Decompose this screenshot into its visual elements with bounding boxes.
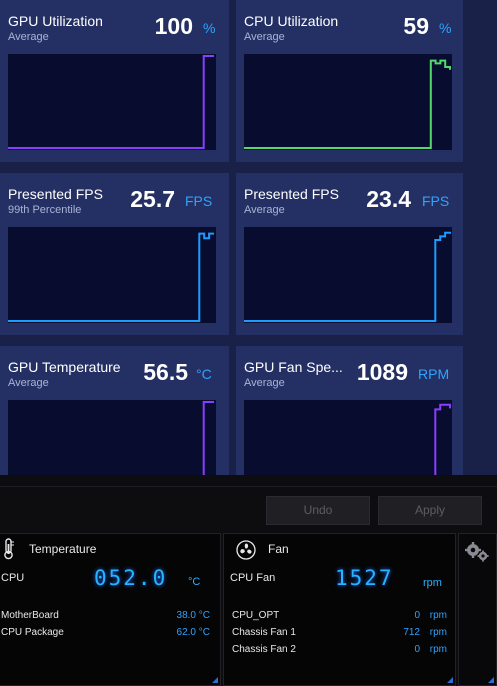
metric-unit: FPS bbox=[422, 193, 450, 209]
metric-subtitle: Average bbox=[244, 377, 285, 389]
resize-corner bbox=[212, 677, 218, 683]
metric-card-presented-fps-99th[interactable]: Presented FPS 99th Percentile 25.7 FPS bbox=[0, 173, 229, 335]
metric-subtitle: Average bbox=[8, 31, 49, 43]
cpu-package-temp-value: 62.0 °C bbox=[176, 627, 210, 638]
metric-graph bbox=[8, 227, 216, 323]
metric-value: 100 bbox=[154, 13, 193, 39]
cpu-opt-fan-label: CPU_OPT bbox=[232, 610, 280, 621]
graph-series-line bbox=[244, 59, 451, 149]
metric-card-gpu-utilization[interactable]: GPU Utilization Average 100 % bbox=[0, 0, 229, 162]
fan-title: Fan bbox=[268, 542, 289, 556]
graph-line bbox=[202, 401, 214, 475]
graph-line bbox=[244, 59, 451, 149]
fan-panel: Fan CPU Fan 1527 rpm CPU_OPT 0 rpm Chass… bbox=[223, 533, 456, 686]
cpu-fan-label: CPU Fan bbox=[230, 572, 276, 584]
cpu-package-temp-label: CPU Package bbox=[1, 627, 64, 638]
metric-title: GPU Fan Spe... bbox=[244, 359, 343, 375]
metric-value: 23.4 bbox=[366, 186, 411, 212]
metric-unit: RPM bbox=[418, 366, 450, 382]
metric-subtitle: Average bbox=[244, 31, 285, 43]
temperature-panel: Temperature CPU 052.0 °C MotherBoard 38.… bbox=[0, 533, 221, 686]
chassis-fan-2-label: Chassis Fan 2 bbox=[232, 644, 296, 655]
metric-graph bbox=[244, 227, 452, 323]
metric-subtitle: Average bbox=[244, 204, 285, 216]
chassis-fan-2-unit: rpm bbox=[429, 644, 447, 655]
chassis-fan-2-value: 0 bbox=[414, 644, 420, 655]
cpu-opt-fan-value: 0 bbox=[414, 610, 420, 621]
cpu-fan-value: 1527 bbox=[335, 566, 394, 590]
resize-corner bbox=[488, 677, 494, 683]
settings-gear-icon[interactable] bbox=[464, 541, 490, 568]
metric-unit: % bbox=[203, 20, 216, 36]
metric-graph bbox=[244, 400, 452, 475]
metric-graph bbox=[244, 54, 452, 150]
metric-card-gpu-temperature[interactable]: GPU Temperature Average 56.5 °C bbox=[0, 346, 229, 475]
apply-button[interactable]: Apply bbox=[378, 496, 482, 525]
metric-subtitle: Average bbox=[8, 377, 49, 389]
graph-line bbox=[244, 231, 451, 322]
system-monitor-panel: Undo Apply Temperature CPU 052.0 °C Moth… bbox=[0, 475, 497, 686]
metric-card-gpu-fan-speed[interactable]: GPU Fan Spe... Average 1089 RPM bbox=[236, 346, 463, 475]
resize-corner bbox=[447, 677, 453, 683]
metric-graph bbox=[8, 54, 216, 150]
metric-value: 25.7 bbox=[130, 186, 175, 212]
metric-unit: °C bbox=[196, 366, 212, 382]
metric-card-cpu-utilization[interactable]: CPU Utilization Average 59 % bbox=[236, 0, 463, 162]
graph-line bbox=[434, 403, 451, 475]
metric-subtitle: 99th Percentile bbox=[8, 204, 82, 216]
metric-value: 56.5 bbox=[143, 359, 188, 385]
graph-series-line bbox=[202, 401, 214, 475]
cpu-fan-unit: rpm bbox=[423, 577, 442, 589]
graph-series-line bbox=[434, 403, 451, 475]
graph-series-line bbox=[8, 232, 214, 322]
motherboard-temp-value: 38.0 °C bbox=[176, 610, 210, 621]
temperature-title: Temperature bbox=[29, 542, 97, 556]
metrics-overlay: GPU Utilization Average 100 % CPU Utiliz… bbox=[0, 0, 497, 475]
graph-line bbox=[8, 232, 214, 322]
metric-title: CPU Utilization bbox=[244, 13, 339, 29]
motherboard-temp-label: MotherBoard bbox=[1, 610, 59, 621]
graph-series-line bbox=[8, 55, 214, 149]
settings-strip bbox=[458, 533, 497, 686]
metric-graph bbox=[8, 400, 216, 475]
cpu-temp-unit: °C bbox=[188, 576, 201, 588]
cpu-opt-fan-unit: rpm bbox=[429, 610, 447, 621]
chassis-fan-1-value: 712 bbox=[403, 627, 420, 638]
metric-value: 59 bbox=[403, 13, 429, 39]
fan-icon bbox=[236, 540, 256, 565]
cpu-temp-label: CPU bbox=[1, 572, 25, 584]
divider bbox=[0, 486, 497, 487]
metric-unit: FPS bbox=[185, 193, 213, 209]
metric-unit: % bbox=[439, 20, 452, 36]
metric-title: Presented FPS bbox=[8, 186, 103, 202]
metric-title: GPU Utilization bbox=[8, 13, 103, 29]
metric-value: 1089 bbox=[356, 359, 408, 385]
cpu-temp-value: 052.0 bbox=[94, 566, 168, 590]
chassis-fan-1-unit: rpm bbox=[429, 627, 447, 638]
metric-title: Presented FPS bbox=[244, 186, 339, 202]
chassis-fan-1-label: Chassis Fan 1 bbox=[232, 627, 296, 638]
metric-title: GPU Temperature bbox=[8, 359, 121, 375]
graph-line bbox=[8, 55, 214, 149]
graph-series-line bbox=[244, 231, 451, 322]
undo-button[interactable]: Undo bbox=[266, 496, 370, 525]
thermometer-icon bbox=[3, 538, 15, 565]
metric-card-presented-fps-average[interactable]: Presented FPS Average 23.4 FPS bbox=[236, 173, 463, 335]
